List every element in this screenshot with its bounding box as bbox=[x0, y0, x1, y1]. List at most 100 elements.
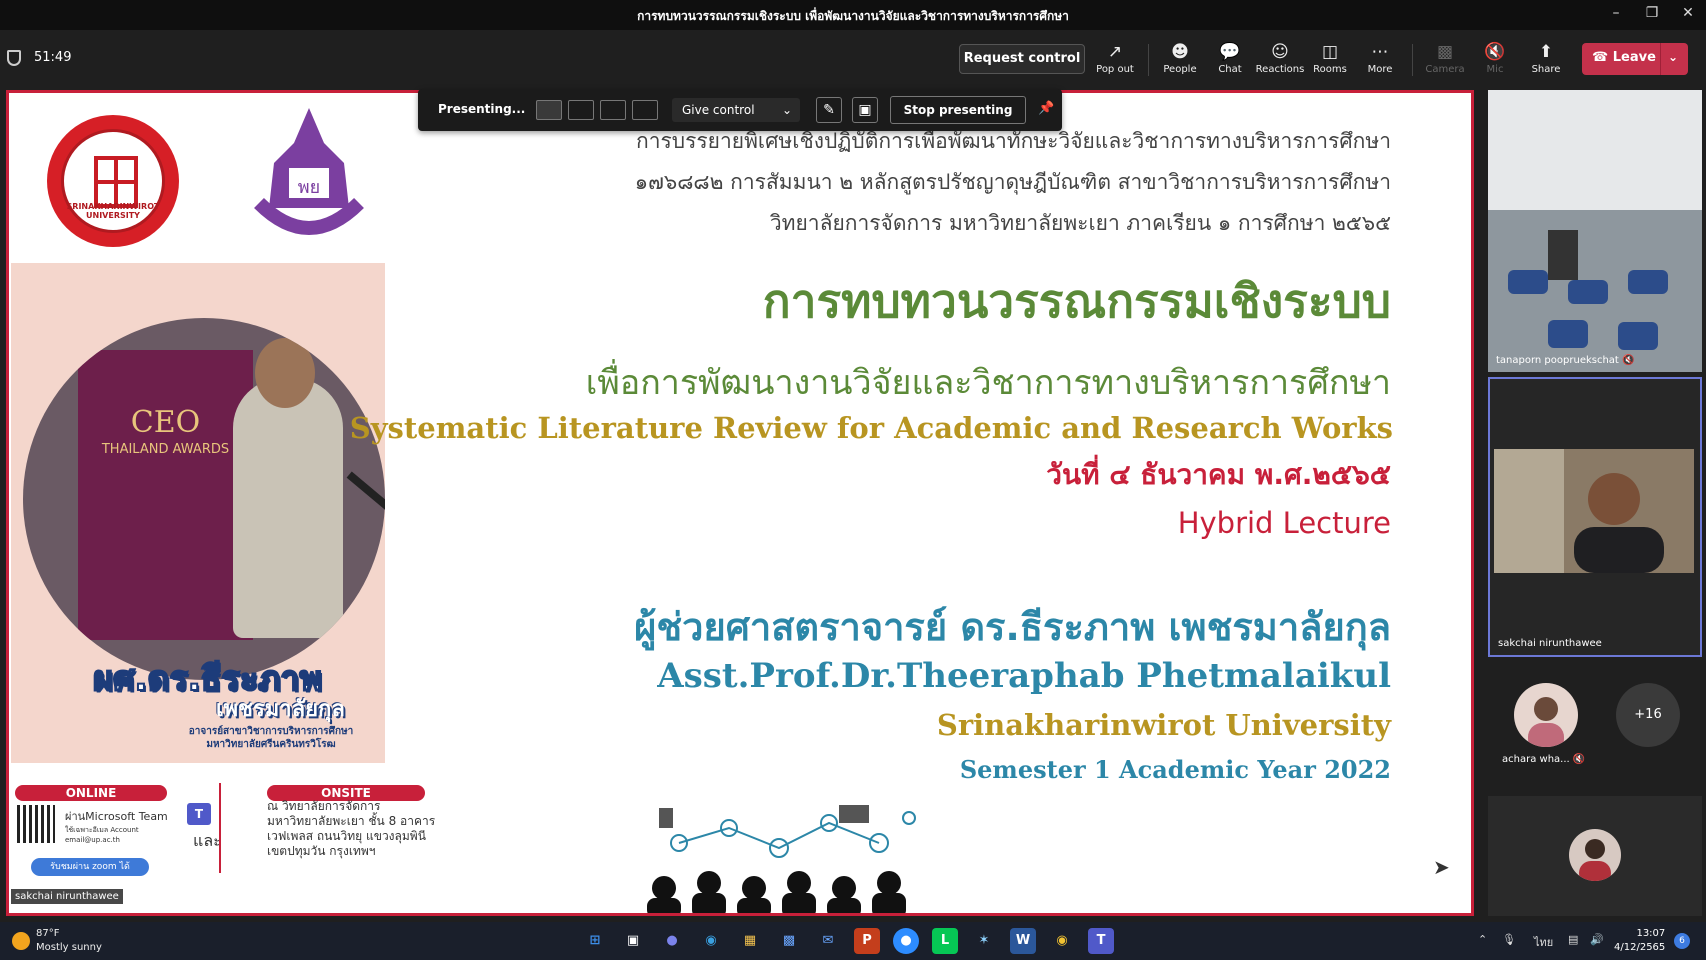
edge-icon[interactable]: ◉ bbox=[698, 928, 724, 954]
layout-side-by-side-icon[interactable] bbox=[600, 100, 626, 120]
layout-content-only-icon[interactable] bbox=[536, 100, 562, 120]
volume-icon[interactable]: 🔊 bbox=[1590, 933, 1604, 946]
camera-button[interactable]: ▩ Camera bbox=[1420, 40, 1470, 84]
chevron-up-icon[interactable]: ⌃ bbox=[1478, 933, 1487, 946]
more-button[interactable]: ⋯ More bbox=[1355, 40, 1405, 84]
layout-reporter-icon[interactable] bbox=[632, 100, 658, 120]
chat-button[interactable]: 💬 Chat bbox=[1205, 40, 1255, 84]
poster-name-line2: เพชรมาลัยกุล bbox=[216, 697, 345, 722]
mouse-cursor-icon: ➤ bbox=[1433, 855, 1450, 879]
speaker-video bbox=[1494, 449, 1694, 573]
meeting-timer: 51:49 bbox=[34, 50, 72, 65]
start-icon[interactable]: ⊞ bbox=[582, 928, 608, 954]
request-control-button[interactable]: Request control bbox=[959, 44, 1085, 74]
teams-icon: T bbox=[187, 803, 211, 825]
sub-title: เพื่อการพัฒนางานวิจัยและวิชาการทางบริหาร… bbox=[585, 363, 1391, 403]
reactions-icon: ☺ bbox=[1271, 42, 1289, 62]
svg-text:พย: พย bbox=[298, 177, 320, 198]
classroom-video bbox=[1488, 90, 1702, 372]
pen-icon[interactable]: ✎ bbox=[816, 97, 842, 123]
teams-icon[interactable]: T bbox=[1088, 928, 1114, 954]
participant-name: tanaporn poopruekschat 🔇 bbox=[1496, 355, 1635, 366]
clock[interactable]: 13:07 4/12/2565 bbox=[1614, 927, 1665, 955]
more-icon: ⋯ bbox=[1371, 42, 1389, 62]
pop-out-label: Pop out bbox=[1096, 64, 1134, 75]
speaker-name-english: Asst.Prof.Dr.Theeraphab Phetmalaikul bbox=[657, 656, 1391, 696]
notification-badge[interactable]: 6 bbox=[1674, 933, 1690, 949]
people-label: People bbox=[1163, 64, 1197, 75]
mic-muted-icon: 🔇 bbox=[1572, 754, 1586, 765]
people-icon: ☻ bbox=[1171, 42, 1189, 62]
participant-tile-2[interactable]: sakchai nirunthawee bbox=[1488, 377, 1702, 657]
onsite-text: ณ วิทยาลัยการจัดการ มหาวิทยาลัยพะเยา ชั้… bbox=[267, 799, 436, 858]
chat-app-icon[interactable]: ● bbox=[659, 928, 685, 954]
line-icon[interactable]: L bbox=[932, 928, 958, 954]
and-text: และ bbox=[193, 831, 222, 850]
zoom-pill: รับชมผ่าน zoom ได้ bbox=[31, 858, 149, 876]
close-icon[interactable]: ✕ bbox=[1678, 5, 1698, 23]
speaker-poster: CEO THAILAND AWARDS ผศ.ดร.ธีระภาพ เพชรมา… bbox=[11, 263, 385, 763]
file-explorer-icon[interactable]: ▦ bbox=[737, 928, 763, 954]
mic-button[interactable]: 🔇 Mic bbox=[1470, 40, 1520, 84]
leave-label: ☎ Leave bbox=[1592, 50, 1656, 65]
network-app-icon[interactable]: ✶ bbox=[971, 928, 997, 954]
semester: Semester 1 Academic Year 2022 bbox=[959, 755, 1391, 784]
shield-icon bbox=[7, 50, 21, 66]
swu-logo: SRINAKHARINWIROT UNIVERSITY bbox=[47, 115, 179, 247]
restore-icon[interactable]: ❐ bbox=[1642, 5, 1662, 23]
online-small-text: ใช้เฉพาะอีเมล Account email@up.ac.th bbox=[65, 826, 139, 844]
more-participants-button[interactable]: +16 bbox=[1616, 683, 1680, 747]
reactions-label: Reactions bbox=[1255, 64, 1305, 75]
online-badge: ONLINE bbox=[15, 785, 167, 801]
share-icon: ⬆ bbox=[1538, 42, 1554, 62]
more-label: More bbox=[1367, 64, 1393, 75]
mail-icon[interactable]: ✉ bbox=[815, 928, 841, 954]
mic-tray-icon[interactable]: 🎙 bbox=[1502, 933, 1516, 946]
task-view-icon[interactable]: ▣ bbox=[620, 928, 646, 954]
share-label: Share bbox=[1531, 64, 1561, 75]
weather-icon[interactable] bbox=[12, 932, 30, 950]
participant-tile-3[interactable] bbox=[1488, 796, 1702, 916]
language-indicator[interactable]: ไทย bbox=[1534, 933, 1553, 951]
network-icon[interactable]: ▤ bbox=[1568, 933, 1578, 946]
give-control-dropdown[interactable]: Give control ⌄ bbox=[672, 98, 800, 122]
share-button[interactable]: ⬆ Share bbox=[1521, 40, 1571, 84]
screen-icon[interactable]: ▣ bbox=[852, 97, 878, 123]
chevron-down-icon[interactable]: ⌄ bbox=[1668, 50, 1678, 64]
zoom-icon[interactable]: ● bbox=[893, 928, 919, 954]
university-name: Srinakharinwirot University bbox=[936, 708, 1391, 742]
camera-label: Camera bbox=[1425, 64, 1465, 75]
people-button[interactable]: ☻ People bbox=[1155, 40, 1205, 84]
stop-presenting-button[interactable]: Stop presenting bbox=[890, 96, 1026, 124]
leave-button[interactable]: ☎ Leave ⌄ bbox=[1582, 43, 1688, 75]
powerpoint-icon[interactable]: P bbox=[854, 928, 880, 954]
weather-widget[interactable]: 87°F Mostly sunny bbox=[36, 927, 102, 955]
english-title: Systematic Literature Review for Academi… bbox=[349, 411, 1393, 445]
window-title-bar: การทบทวนวรรณกรรมเชิงระบบ เพื่อพัฒนางานวิ… bbox=[0, 0, 1706, 30]
up-logo: พย bbox=[254, 108, 364, 235]
qr-code bbox=[17, 805, 55, 843]
rooms-button[interactable]: ◫ Rooms bbox=[1305, 40, 1355, 84]
presenting-toolbar: Presenting... Give control ⌄ ✎ ▣ Stop pre… bbox=[418, 89, 1062, 131]
taskbar: 87°F Mostly sunny ⊞ ▣ ● ◉ ▦ ▩ ✉ P ● L ✶ … bbox=[0, 922, 1706, 960]
pin-icon[interactable]: 📌 bbox=[1038, 101, 1054, 116]
lecture-format: Hybrid Lecture bbox=[1177, 506, 1391, 540]
camera-icon: ▩ bbox=[1436, 42, 1454, 62]
pop-out-button[interactable]: ↗ Pop out bbox=[1090, 40, 1140, 84]
participant-tile-1[interactable]: tanaporn poopruekschat 🔇 bbox=[1488, 90, 1702, 372]
mic-icon: 🔇 bbox=[1484, 42, 1506, 62]
participant-name: achara wha... 🔇 bbox=[1502, 754, 1586, 765]
minimize-icon[interactable]: – bbox=[1606, 5, 1626, 23]
chat-label: Chat bbox=[1218, 64, 1242, 75]
chrome-icon[interactable]: ◉ bbox=[1049, 928, 1075, 954]
store-icon[interactable]: ▩ bbox=[776, 928, 802, 954]
audience-illustration bbox=[647, 805, 916, 913]
poster-name-line3: อาจารย์สาขาวิชาการบริหารการศึกษา มหาวิทย… bbox=[188, 726, 354, 750]
word-icon[interactable]: W bbox=[1010, 928, 1036, 954]
rooms-label: Rooms bbox=[1313, 64, 1347, 75]
participants-panel: tanaporn poopruekschat 🔇 sakchai nirunth… bbox=[1484, 90, 1706, 916]
layout-standout-icon[interactable] bbox=[568, 100, 594, 120]
avatar[interactable] bbox=[1514, 683, 1578, 747]
speaker-name-thai: ผู้ช่วยศาสตราจารย์ ดร.ธีระภาพ เพชรมาลัยก… bbox=[634, 605, 1391, 649]
reactions-button[interactable]: ☺ Reactions bbox=[1255, 40, 1305, 84]
